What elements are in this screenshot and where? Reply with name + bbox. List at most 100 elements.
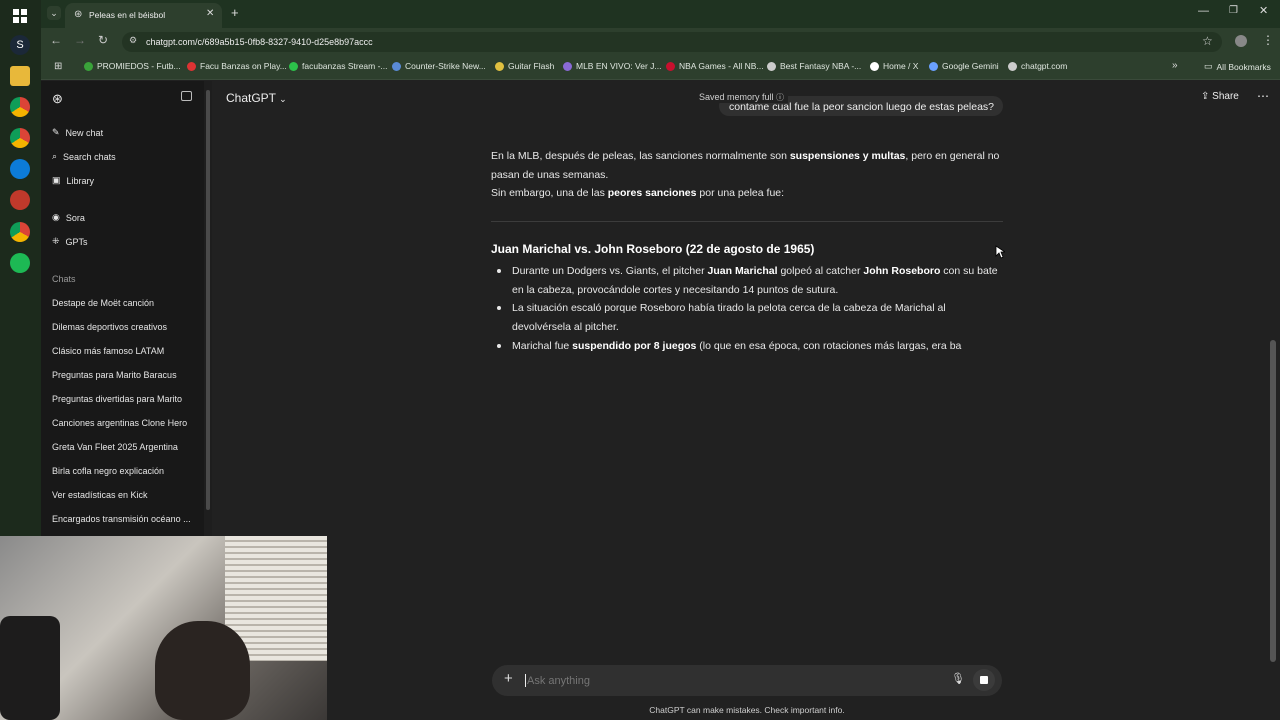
- grid-icon: ⁜: [52, 236, 60, 246]
- reload-icon[interactable]: ↻: [98, 33, 108, 47]
- chevron-down-icon: ⌄: [279, 94, 287, 104]
- chatgpt-favicon-icon: [1008, 61, 1017, 71]
- bookmark-item[interactable]: Home / X: [870, 61, 918, 71]
- sidebar-item-new-chat[interactable]: ✎ New chat: [52, 127, 103, 138]
- share-button[interactable]: ⇪ Share: [1201, 91, 1239, 102]
- assistant-paragraph: En la MLB, después de peleas, las sancio…: [491, 150, 1000, 199]
- app-icon[interactable]: [10, 190, 30, 210]
- chrome-icon[interactable]: [10, 128, 30, 148]
- bookmark-item[interactable]: Counter-Strike New...: [392, 61, 486, 71]
- bookmark-favicon-icon: [495, 61, 504, 71]
- sidebar-item-sora[interactable]: ◉ Sora: [52, 212, 85, 223]
- bookmark-favicon-icon: [767, 61, 776, 71]
- sidebar-item-library[interactable]: ▣ Library: [52, 175, 94, 186]
- stop-button[interactable]: [973, 669, 995, 691]
- forward-icon[interactable]: →: [74, 33, 86, 47]
- chat-history-item[interactable]: Preguntas divertidas para Marito: [52, 394, 182, 404]
- steam-icon[interactable]: S: [10, 35, 30, 55]
- chatgpt-favicon-icon: ⊛: [74, 9, 83, 20]
- url-text[interactable]: chatgpt.com/c/689a5b15-0fb8-8327-9410-d2…: [146, 37, 373, 47]
- bookmark-favicon-icon: [289, 61, 298, 71]
- mouse-cursor-icon: [995, 245, 1005, 259]
- x-logo-icon: [870, 61, 879, 71]
- add-attachment-icon[interactable]: +: [504, 670, 513, 687]
- windows-start-icon[interactable]: [10, 6, 30, 26]
- profile-avatar[interactable]: [1235, 35, 1247, 47]
- tab-strip: [41, 0, 1280, 28]
- bookmark-item[interactable]: MLB EN VIVO: Ver J...: [563, 61, 662, 71]
- minimize-icon[interactable]: —: [1198, 5, 1209, 17]
- bookmark-favicon-icon: [666, 61, 675, 71]
- response-heading: Juan Marichal vs. John Roseboro (22 de a…: [491, 242, 815, 256]
- sidebar-item-search-chats[interactable]: ⌕ Search chats: [52, 151, 116, 162]
- folder-icon: ▭: [1204, 61, 1213, 71]
- menu-icon[interactable]: ⋮: [1262, 33, 1274, 47]
- toggle-sidebar-icon[interactable]: [181, 91, 192, 101]
- tab-search-icon[interactable]: ⌄: [47, 6, 61, 20]
- omnibox[interactable]: ⚙ chatgpt.com/c/689a5b15-0fb8-8327-9410-…: [122, 32, 1222, 52]
- chrome-icon[interactable]: [10, 97, 30, 117]
- chat-history-item[interactable]: Preguntas para Marito Baracus: [52, 370, 177, 380]
- chat-history-item[interactable]: Clásico más famoso LATAM: [52, 346, 164, 356]
- more-options-icon[interactable]: ⋯: [1257, 89, 1269, 103]
- back-icon[interactable]: ←: [50, 33, 62, 47]
- bookmark-item[interactable]: Facu Banzas on Play...: [187, 61, 287, 71]
- webcam-overlay: [0, 536, 327, 720]
- share-icon: ⇪: [1201, 91, 1210, 102]
- edge-icon[interactable]: [10, 159, 30, 179]
- chat-history-item[interactable]: Greta Van Fleet 2025 Argentina: [52, 442, 178, 452]
- chat-history-item[interactable]: Ver estadísticas en Kick: [52, 490, 148, 500]
- microphone-icon[interactable]: 🎙: [951, 672, 965, 685]
- chat-input[interactable]: [527, 671, 927, 690]
- bullet-item: La situación escaló porque Roseboro habí…: [512, 302, 946, 333]
- sidebar-scrollbar[interactable]: [206, 90, 210, 510]
- tab-active[interactable]: ⊛ Peleas en el béisbol ✕: [65, 3, 222, 28]
- bookmark-star-icon[interactable]: ☆: [1202, 34, 1213, 48]
- bookmark-item[interactable]: Best Fantasy NBA -...: [767, 61, 861, 71]
- bookmark-item[interactable]: Guitar Flash: [495, 61, 554, 71]
- bookmark-favicon-icon: [187, 61, 196, 71]
- chat-history-item[interactable]: Canciones argentinas Clone Hero: [52, 418, 187, 428]
- text-cursor: [525, 674, 526, 687]
- chrome-icon[interactable]: [10, 222, 30, 242]
- bookmark-favicon-icon: [84, 61, 93, 71]
- bullet-marker: [497, 269, 501, 273]
- chat-history-item[interactable]: Dilemas deportivos creativos: [52, 322, 167, 332]
- sidebar-item-gpts[interactable]: ⁜ GPTs: [52, 236, 88, 247]
- close-window-icon[interactable]: ✕: [1259, 4, 1268, 17]
- apps-grid-icon[interactable]: ⊞: [54, 61, 62, 72]
- composer: + 🎙: [492, 665, 1002, 696]
- stop-icon: [980, 676, 988, 684]
- bullet-item: Marichal fue suspendido por 8 juegos (lo…: [512, 340, 962, 352]
- saved-memory-notice[interactable]: Saved memory full ⓘ: [699, 92, 789, 103]
- file-explorer-icon[interactable]: [10, 66, 30, 86]
- close-tab-icon[interactable]: ✕: [206, 8, 214, 19]
- new-tab-icon[interactable]: +: [231, 5, 239, 20]
- bookmark-item[interactable]: Google Gemini: [929, 61, 999, 71]
- search-icon: ⌕: [52, 151, 58, 161]
- divider: [491, 221, 1003, 222]
- bullet-marker: [497, 306, 501, 310]
- chat-history-item[interactable]: Birla cofla negro explicación: [52, 466, 164, 476]
- more-bookmarks-icon[interactable]: »: [1172, 60, 1178, 71]
- site-info-icon[interactable]: ⚙: [129, 35, 137, 46]
- edit-icon: ✎: [52, 127, 60, 137]
- restore-icon[interactable]: ❐: [1229, 5, 1238, 16]
- spotify-icon[interactable]: [10, 253, 30, 273]
- chat-history-item[interactable]: Encargados transmisión océano ...: [52, 514, 191, 524]
- bookmark-item[interactable]: chatgpt.com: [1008, 61, 1067, 71]
- all-bookmarks-button[interactable]: ▭ All Bookmarks: [1204, 61, 1271, 72]
- bookmark-item[interactable]: facubanzas Stream -...: [289, 61, 388, 71]
- bookmark-item[interactable]: PROMIEDOS - Futb...: [84, 61, 181, 71]
- bullet-marker: [497, 344, 501, 348]
- gemini-icon: [929, 61, 938, 71]
- chat-history-item[interactable]: Destape de Moët canción: [52, 298, 154, 308]
- model-selector[interactable]: ChatGPT ⌄: [226, 91, 287, 105]
- chatgpt-logo-icon[interactable]: ⊛: [52, 91, 63, 107]
- bookmark-item[interactable]: NBA Games - All NB...: [666, 61, 764, 71]
- main-scrollbar[interactable]: [1270, 340, 1276, 662]
- bookmark-favicon-icon: [563, 61, 572, 71]
- chats-heading: Chats: [52, 274, 76, 284]
- tab-title: Peleas en el béisbol: [89, 10, 166, 20]
- info-icon: ⓘ: [776, 93, 785, 102]
